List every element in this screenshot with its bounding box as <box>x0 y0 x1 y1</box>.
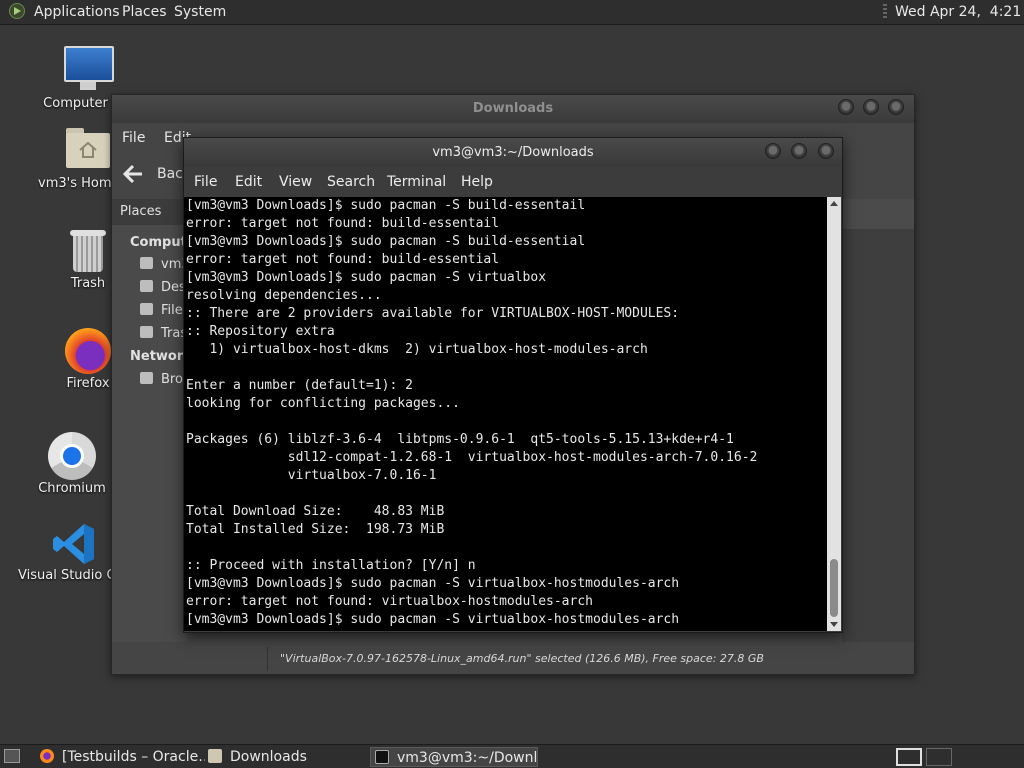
terminal-line: error: target not found: build-essential <box>186 252 500 267</box>
scroll-down-arrow-icon[interactable] <box>830 622 838 627</box>
terminal-line: [vm3@vm3 Downloads]$ sudo pacman -S virt… <box>186 612 680 627</box>
file-manager-titlebar[interactable]: Downloads <box>112 95 914 123</box>
task-firefox[interactable]: [Testbuilds – Oracle… <box>36 747 205 767</box>
task-terminal[interactable]: vm3@vm3:~/Downl… <box>370 747 538 767</box>
menu-applications[interactable]: Applications <box>34 3 120 21</box>
window-title: vm3@vm3:~/Downloads <box>432 145 594 160</box>
computer-icon <box>64 46 114 90</box>
terminal-line: virtualbox-7.0.16-1 <box>186 468 437 483</box>
trash-icon <box>140 326 153 338</box>
terminal-line: [vm3@vm3 Downloads]$ sudo pacman -S virt… <box>186 576 680 591</box>
minimize-button[interactable] <box>765 143 781 159</box>
firefox-icon <box>40 749 54 763</box>
desktop-icon-label: vm3's Home <box>38 176 113 191</box>
home-icon <box>140 257 153 269</box>
places-sidebar: Places Computer vm3 Desktop File System … <box>112 199 267 642</box>
terminal-line: [vm3@vm3 Downloads]$ sudo pacman -S buil… <box>186 234 586 249</box>
terminal-line: 1) virtualbox-host-dkms 2) virtualbox-ho… <box>186 342 648 357</box>
terminal-menubar: File Edit View Search Terminal Help <box>184 168 842 196</box>
show-desktop-icon[interactable] <box>4 749 20 763</box>
terminal-line: [vm3@vm3 Downloads]$ sudo pacman -S virt… <box>186 270 547 285</box>
terminal-line: Total Download Size: 48.83 MiB <box>186 504 445 519</box>
desktop-icon-label: Visual Studio Code <box>18 568 112 583</box>
menu-system[interactable]: System <box>174 3 226 21</box>
desktop-icon <box>140 280 153 292</box>
task-downloads[interactable]: Downloads <box>204 747 368 767</box>
terminal-line: Packages (6) liblzf-3.6-4 libtpms-0.9.6-… <box>186 432 734 447</box>
applications-logo-icon[interactable] <box>9 3 25 19</box>
menu-file[interactable]: File <box>122 130 145 146</box>
workspace-1[interactable] <box>896 748 922 766</box>
menu-file[interactable]: File <box>194 174 217 190</box>
terminal-scrollbar[interactable] <box>827 197 841 631</box>
terminal-text: [vm3@vm3 Downloads]$ sudo pacman -S buil… <box>184 197 827 629</box>
terminal-line: sdl12-compat-1.2.68-1 virtualbox-host-mo… <box>186 450 758 465</box>
terminal-line: Enter a number (default=1): 2 <box>186 378 413 393</box>
terminal-titlebar[interactable]: vm3@vm3:~/Downloads <box>184 138 842 167</box>
maximize-button[interactable] <box>863 99 879 115</box>
terminal-line: Total Installed Size: 198.73 MiB <box>186 522 445 537</box>
panel-separator <box>883 4 887 20</box>
trash-icon <box>70 230 106 272</box>
scrollbar-thumb[interactable] <box>830 559 838 617</box>
terminal-line: :: Proceed with installation? [Y/n] n <box>186 558 476 573</box>
firefox-icon <box>65 328 111 374</box>
network-icon <box>140 372 153 384</box>
bottom-panel: [Testbuilds – Oracle… Downloads vm3@vm3:… <box>0 744 1024 768</box>
scroll-up-arrow-icon[interactable] <box>830 201 838 206</box>
maximize-button[interactable] <box>791 143 807 159</box>
terminal-line: error: target not found: build-essentail <box>186 216 500 231</box>
terminal-window: vm3@vm3:~/Downloads File Edit View Searc… <box>183 137 843 633</box>
window-title: Downloads <box>472 101 554 116</box>
terminal-line: :: Repository extra <box>186 324 335 339</box>
minimize-button[interactable] <box>838 99 854 115</box>
sidebar-header[interactable]: Places <box>112 199 187 225</box>
terminal-line: error: target not found: virtualbox-host… <box>186 594 593 609</box>
folder-icon <box>208 749 222 763</box>
terminal-line: looking for conflicting packages... <box>186 396 460 411</box>
chromium-icon <box>48 432 96 480</box>
menu-edit[interactable]: Edit <box>235 174 262 190</box>
menu-terminal[interactable]: Terminal <box>387 174 446 190</box>
menu-help[interactable]: Help <box>461 174 493 190</box>
status-bar: "VirtualBox-7.0.97-162578-Linux_amd64.ru… <box>267 647 912 671</box>
desktop-icon-label: Computer <box>43 96 108 111</box>
home-folder-icon <box>66 128 110 168</box>
back-arrow-icon[interactable] <box>122 163 144 185</box>
menu-search[interactable]: Search <box>327 174 375 190</box>
workspace-2[interactable] <box>926 748 952 766</box>
file-list-header <box>842 199 914 229</box>
drive-icon <box>140 303 153 315</box>
menu-places[interactable]: Places <box>122 3 167 21</box>
terminal-line: resolving dependencies... <box>186 288 382 303</box>
clock[interactable]: Wed Apr 24, 4:21 PM <box>895 3 1024 21</box>
close-button[interactable] <box>888 99 904 115</box>
vscode-icon <box>53 524 94 564</box>
terminal-output[interactable]: [vm3@vm3 Downloads]$ sudo pacman -S buil… <box>184 197 827 631</box>
file-list-area[interactable] <box>842 199 914 642</box>
terminal-line: [vm3@vm3 Downloads]$ sudo pacman -S buil… <box>186 198 586 213</box>
menu-view[interactable]: View <box>279 174 312 190</box>
terminal-icon <box>375 750 389 764</box>
top-panel: Applications Places System Wed Apr 24, 4… <box>0 0 1024 25</box>
close-button[interactable] <box>818 143 834 159</box>
desktop-icon-label: Chromium <box>38 481 106 496</box>
terminal-line: :: There are 2 providers available for V… <box>186 306 680 321</box>
desktop-root: Applications Places System Wed Apr 24, 4… <box>0 0 1024 768</box>
